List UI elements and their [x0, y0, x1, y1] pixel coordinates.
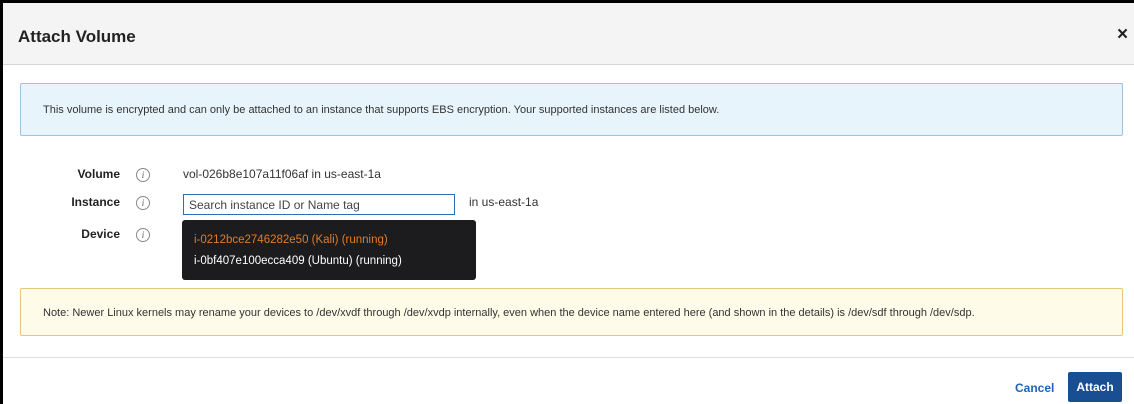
instance-search-input[interactable] — [183, 194, 455, 215]
cancel-button[interactable]: Cancel — [1015, 381, 1054, 395]
dialog-header: Attach Volume × — [3, 3, 1134, 65]
instance-option-ubuntu[interactable]: i-0bf407e100ecca409 (Ubuntu) (running) — [182, 251, 476, 272]
dialog-title: Attach Volume — [18, 27, 136, 46]
instance-label: Instance — [71, 195, 120, 209]
attach-volume-dialog: Attach Volume × This volume is encrypted… — [0, 0, 1134, 404]
instance-info-icon[interactable]: i — [136, 196, 150, 210]
instance-region-text: in us-east-1a — [469, 195, 539, 209]
volume-value: vol-026b8e107a11f06af in us-east-1a — [183, 167, 381, 181]
footer-divider — [3, 357, 1134, 358]
device-info-icon[interactable]: i — [136, 228, 150, 242]
encryption-info-text: This volume is encrypted and can only be… — [43, 104, 720, 116]
encryption-info-box: This volume is encrypted and can only be… — [20, 83, 1123, 136]
kernel-note-text: Note: Newer Linux kernels may rename you… — [43, 307, 975, 319]
attach-button[interactable]: Attach — [1068, 372, 1122, 402]
instance-dropdown: i-0212bce2746282e50 (Kali) (running) i-0… — [182, 220, 476, 280]
volume-info-icon[interactable]: i — [136, 168, 150, 182]
kernel-note-box: Note: Newer Linux kernels may rename you… — [20, 288, 1123, 336]
close-icon[interactable]: × — [1117, 25, 1128, 44]
instance-option-kali[interactable]: i-0212bce2746282e50 (Kali) (running) — [182, 230, 476, 251]
device-label: Device — [81, 227, 120, 241]
volume-label: Volume — [77, 167, 120, 181]
